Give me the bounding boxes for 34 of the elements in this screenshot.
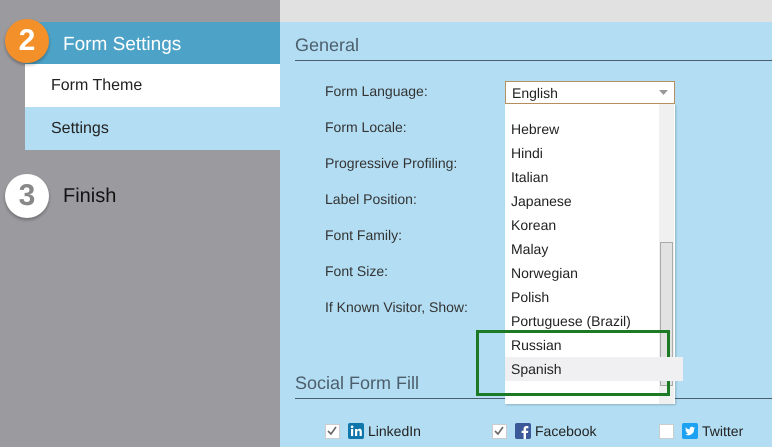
dropdown-option[interactable]: Hindi [505,141,659,165]
dropdown-option[interactable]: Polish [505,285,659,309]
language-select[interactable]: English [505,81,675,104]
field-label: Font Size: [325,263,390,281]
checkbox[interactable] [492,424,507,438]
social-label: Twitter [702,423,744,439]
step-subitem[interactable]: Form Theme [25,64,280,107]
step-number-badge: 3 [5,174,49,218]
social-label: Facebook [535,423,596,439]
field-label: Font Family: [325,227,404,245]
dropdown-option[interactable]: Italian [505,165,659,189]
dropdown-option[interactable]: Japanese [505,189,659,213]
checkbox[interactable] [659,424,674,438]
field-label: Progressive Profiling: [325,155,458,173]
field-label: Label Position: [325,191,418,209]
bird-icon [682,423,698,439]
dropdown-option[interactable]: Hebrew [505,117,659,141]
field-label: Form Locale: [325,119,408,137]
dropdown-option[interactable]: Russian [505,333,683,357]
dropdown-option[interactable]: Portuguese (Brazil) [505,309,659,333]
dropdown-option[interactable]: Korean [505,213,659,237]
step-label[interactable]: Finish [63,184,116,208]
caret-icon [659,90,668,95]
dropdown-option[interactable]: Malay [505,237,659,261]
section-heading: General [295,22,772,61]
linkedin-icon [348,423,364,439]
checkbox[interactable] [325,424,340,438]
dropdown-option[interactable]: Norwegian [505,261,659,285]
step-number-badge: 2 [5,19,49,63]
social-label: LinkedIn [368,423,421,439]
step-subitem[interactable]: Settings [25,107,280,150]
field-label: Form Language: [325,83,429,101]
field-label: If Known Visitor, Show: [325,299,469,317]
facebook-icon [515,423,531,439]
